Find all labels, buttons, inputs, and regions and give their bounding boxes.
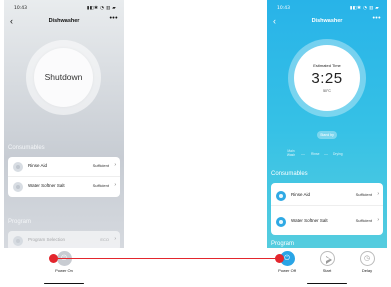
consumable-status: Sufficient	[92, 163, 109, 168]
home-indicator	[44, 282, 84, 284]
stage-drying: Drying	[333, 152, 343, 156]
stage-separator: —	[324, 151, 328, 156]
connector-end-dot	[275, 254, 284, 263]
delay-label: Delay	[361, 268, 373, 273]
status-dial: Shutdown	[26, 40, 101, 115]
status-icons: ▮◧✱ ◔ ▥ ▰	[349, 6, 379, 11]
stage-main-wash: Main Wash	[286, 149, 296, 157]
program-heading: Program	[271, 241, 295, 247]
consumable-status: Sufficient	[92, 183, 109, 188]
salt-icon	[13, 182, 23, 192]
dial-face: Estimated Time 3:25 50°C	[294, 45, 360, 111]
more-icon[interactable]: •••	[109, 14, 118, 24]
chevron-right-icon: ›	[114, 162, 116, 168]
start-label: Start	[322, 268, 332, 273]
status-bar: 10:43 ▮◧✱ ◔ ▥ ▰	[277, 6, 379, 12]
chevron-right-icon: ›	[114, 236, 116, 242]
chevron-right-icon: ›	[377, 217, 379, 223]
temperature: 50°C	[323, 89, 331, 93]
phone-off-state: 10:43 ▮◧✱ ◔ ▥ ▰ ‹ Dishwasher ••• Shutdow…	[4, 0, 124, 287]
wash-stages: Main Wash — Rinse — Drying	[285, 149, 373, 159]
consumable-row-salt[interactable]: Water Softner Salt Sufficient ›	[271, 212, 383, 232]
page-title: Dishwasher	[311, 18, 343, 24]
consumable-name: Water Softner Salt	[28, 183, 65, 188]
status-bar: 10:43 ▮◧✱ ◔ ▥ ▰	[14, 6, 116, 12]
nav-bar: ‹ Dishwasher •••	[8, 15, 120, 27]
consumable-row-rinse-aid[interactable]: Rinse Aid Sufficient ›	[8, 157, 120, 177]
stage-rinse: Rinse	[311, 152, 320, 156]
chevron-right-icon: ›	[377, 191, 379, 197]
chevron-right-icon: ›	[114, 182, 116, 188]
phone-on-state: 10:43 ▮◧✱ ◔ ▥ ▰ ‹ Dishwasher ••• Estimat…	[267, 0, 387, 287]
dial-status-label: Shutdown	[44, 72, 83, 82]
consumable-row-rinse-aid[interactable]: Rinse Aid Sufficient ›	[271, 186, 383, 206]
standby-badge: Stand by	[317, 131, 337, 139]
consumable-name: Rinse Aid	[291, 192, 311, 197]
connector-start-dot	[49, 254, 58, 263]
more-icon[interactable]: •••	[372, 14, 381, 24]
play-icon	[319, 251, 335, 266]
consumables-heading: Consumables	[8, 145, 45, 151]
rinse-aid-icon	[13, 162, 23, 172]
comparison-stage: 10:43 ▮◧✱ ◔ ▥ ▰ ‹ Dishwasher ••• Shutdow…	[0, 0, 391, 287]
start-button[interactable]: Start	[315, 251, 339, 273]
stage-separator: —	[301, 151, 305, 156]
consumable-status: Sufficient	[355, 218, 372, 223]
consumable-name: Water Softner Salt	[291, 218, 328, 223]
consumables-heading: Consumables	[271, 171, 308, 177]
page-title: Dishwasher	[48, 18, 80, 24]
consumable-status: Sufficient	[355, 192, 372, 197]
program-name: Program Selection	[28, 237, 66, 242]
remaining-time: 3:25	[311, 70, 343, 87]
salt-icon	[276, 217, 286, 227]
power-off-label: Power Off	[278, 268, 296, 273]
dial-face: Shutdown	[34, 48, 93, 107]
power-on-label: Power On	[55, 268, 73, 273]
dial-caption: Estimated Time	[313, 63, 341, 68]
home-indicator	[307, 282, 347, 284]
program-value: ECO	[100, 237, 109, 242]
power-icon: ⏻	[56, 251, 72, 266]
status-time: 10:43	[277, 6, 290, 11]
nav-bar: ‹ Dishwasher •••	[271, 15, 383, 27]
clock-icon: ◷	[359, 251, 375, 266]
status-icons: ▮◧✱ ◔ ▥ ▰	[86, 6, 116, 11]
consumables-card: Rinse Aid Sufficient › Water Softner Sal…	[8, 157, 120, 197]
program-icon	[13, 236, 23, 246]
consumable-row-salt[interactable]: Water Softner Salt Sufficient ›	[8, 177, 120, 197]
estimated-time-dial: Estimated Time 3:25 50°C	[288, 39, 366, 117]
program-heading: Program	[8, 219, 32, 225]
consumables-card: Rinse Aid Sufficient › Water Softner Sal…	[271, 183, 383, 235]
rinse-aid-icon	[276, 191, 286, 201]
status-time: 10:43	[14, 6, 27, 11]
consumable-name: Rinse Aid	[28, 163, 48, 168]
delay-button[interactable]: ◷ Delay	[355, 251, 379, 273]
